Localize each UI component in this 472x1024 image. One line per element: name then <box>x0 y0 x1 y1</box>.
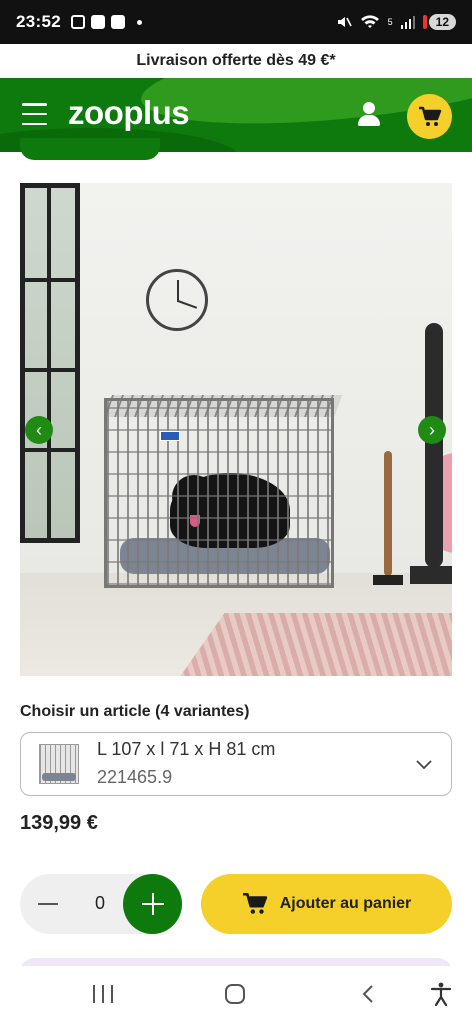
recent-apps-icon[interactable] <box>93 985 113 1005</box>
partial-green-button[interactable] <box>20 138 160 160</box>
battery-alert-icon <box>90 15 105 29</box>
quantity-value[interactable]: 0 <box>90 893 110 914</box>
chevron-left-icon[interactable]: ‹ <box>25 416 53 444</box>
statue <box>425 323 443 568</box>
wifi-icon <box>360 15 379 28</box>
cart-icon <box>242 892 267 914</box>
hamburger-menu-icon[interactable] <box>22 103 47 125</box>
mute-icon <box>337 17 352 27</box>
product-price: 139,99 € <box>20 812 98 834</box>
window-decoration <box>20 183 80 543</box>
cart-button[interactable] <box>407 94 452 139</box>
back-icon[interactable] <box>360 984 376 1004</box>
cart-icon <box>418 106 441 126</box>
add-to-cart-label: Ajouter au panier <box>279 895 412 912</box>
home-icon[interactable] <box>225 984 245 1004</box>
battery-low-icon <box>422 15 427 29</box>
cell-signal-icon <box>400 16 415 29</box>
checkbox-icon <box>110 15 125 29</box>
wall-clock <box>146 269 208 331</box>
battery-level: 12 <box>428 14 456 30</box>
variant-thumbnail <box>39 744 79 784</box>
rug <box>175 613 452 676</box>
dog-crate <box>104 398 334 588</box>
user-icon[interactable] <box>356 102 382 128</box>
screenshot-icon <box>70 15 85 29</box>
chevron-right-icon[interactable]: › <box>418 416 446 444</box>
brand-tag <box>160 431 180 441</box>
accessibility-icon[interactable] <box>430 982 452 1006</box>
variant-name: L 107 x l 71 x H 81 cm <box>97 739 276 759</box>
variant-sku: 221465.9 <box>97 767 173 787</box>
more-notifications-dot <box>136 19 142 25</box>
plus-icon[interactable] <box>123 874 182 934</box>
product-image-gallery[interactable]: ‹ › <box>20 183 452 676</box>
system-icons: 5 12 <box>336 14 456 30</box>
promo-text: Livraison offerte dès 49 €* <box>136 52 336 69</box>
promo-banner[interactable]: Livraison offerte dès 49 €* <box>0 44 472 78</box>
notification-icons <box>70 15 142 29</box>
zooplus-logo[interactable]: zooplus <box>68 94 190 132</box>
android-navigation-bar <box>0 966 472 1024</box>
status-time: 23:52 <box>16 12 61 31</box>
add-to-cart-button[interactable]: Ajouter au panier <box>201 874 452 934</box>
variant-label: Choisir un article (4 variantes) <box>20 703 250 720</box>
battery-indicator: 12 <box>422 14 456 30</box>
chevron-down-icon <box>416 760 432 770</box>
variant-dropdown[interactable]: L 107 x l 71 x H 81 cm 221465.9 <box>20 732 452 796</box>
status-bar: 23:52 5 12 <box>0 0 472 44</box>
decor-stick <box>384 451 392 576</box>
minus-icon[interactable] <box>34 892 62 916</box>
quantity-stepper: 0 <box>20 874 182 934</box>
signal-strength: 5 <box>387 17 393 27</box>
